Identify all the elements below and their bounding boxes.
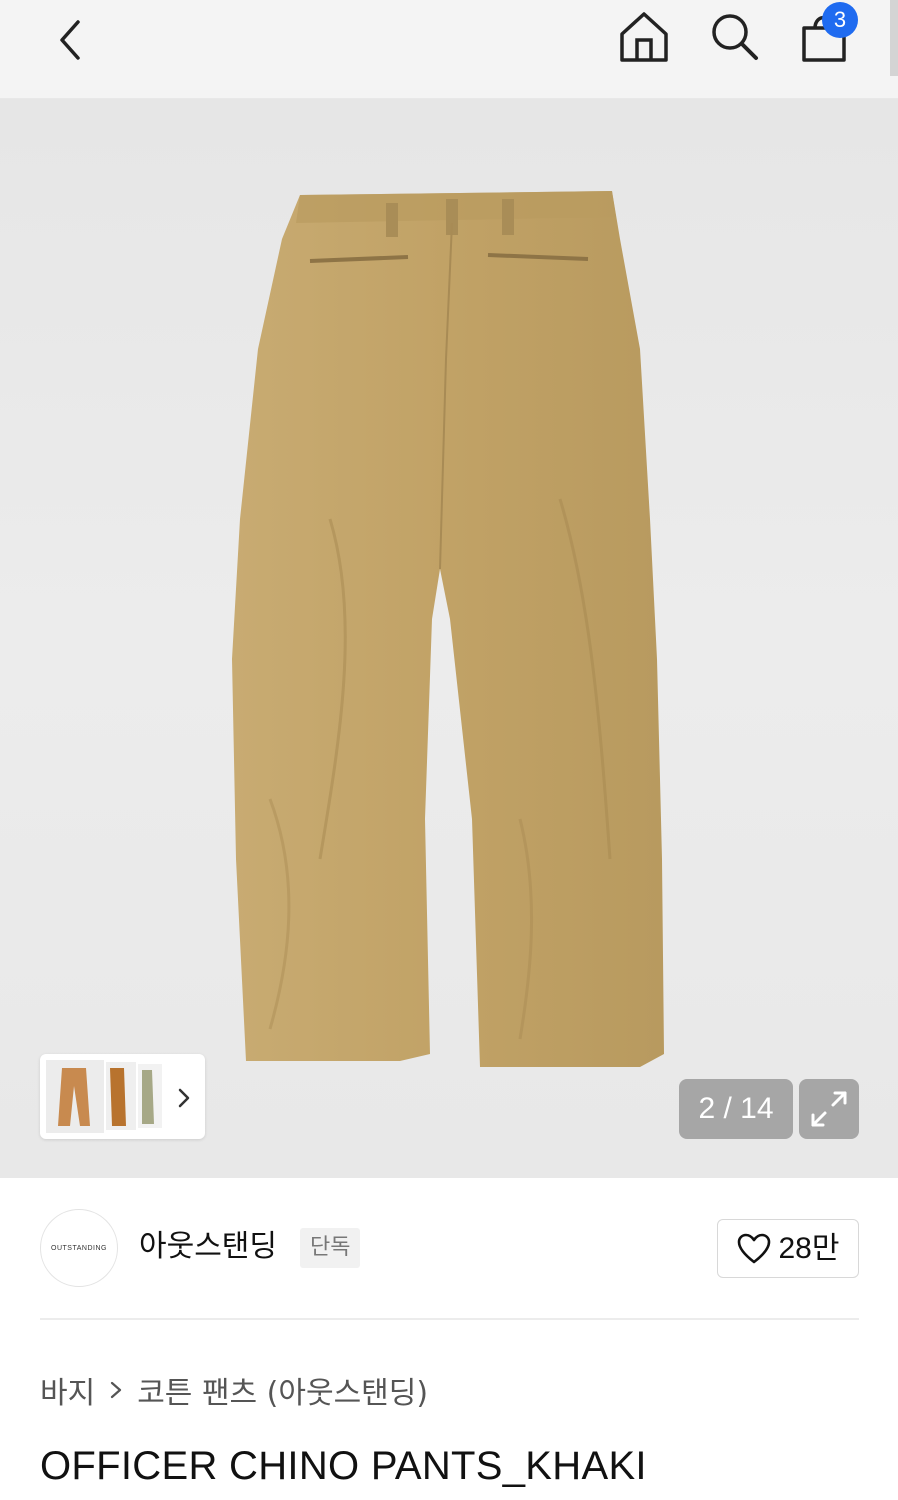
heart-outline-icon [737, 1233, 770, 1263]
search-button[interactable] [702, 4, 766, 68]
product-page: 3 2 / 14 OUTSTANDING 아웃스탠딩 단독 28만 바지 코튼 … [0, 0, 898, 1500]
exclusive-badge: 단독 [300, 1228, 361, 1268]
chevron-left-icon [60, 20, 80, 60]
product-image-gallery[interactable]: 2 / 14 [0, 99, 898, 1178]
divider [40, 1318, 859, 1320]
like-count: 28만 [778, 1231, 840, 1265]
product-photo [232, 191, 664, 1067]
product-title: OFFICER CHINO PANTS_KHAKI [40, 1444, 647, 1488]
scrollbar [890, 0, 898, 76]
home-icon [620, 12, 668, 62]
back-button[interactable] [40, 8, 100, 68]
top-bar: 3 [0, 0, 898, 99]
home-button[interactable] [612, 4, 676, 68]
breadcrumb-category[interactable]: 바지 [40, 1368, 95, 1412]
brand-name-link[interactable]: 아웃스탠딩 [139, 1226, 277, 1268]
color-variant-thumbnails [46, 1060, 162, 1133]
brand-logo[interactable]: OUTSTANDING [40, 1209, 118, 1287]
breadcrumb: 바지 코튼 팬츠 (아웃스탠딩) [40, 1368, 428, 1412]
chevron-right-icon[interactable] [170, 1082, 198, 1114]
cart-count-badge: 3 [822, 2, 858, 38]
expand-button[interactable] [799, 1079, 859, 1139]
expand-icon [811, 1091, 847, 1127]
like-button[interactable]: 28만 [717, 1219, 859, 1278]
chevron-right-icon [111, 1381, 122, 1399]
image-counter: 2 / 14 [679, 1079, 793, 1139]
search-icon [712, 14, 758, 60]
brand-logo-text: OUTSTANDING [51, 1244, 107, 1252]
breadcrumb-subcategory[interactable]: 코튼 팬츠 (아웃스탠딩) [137, 1368, 428, 1412]
